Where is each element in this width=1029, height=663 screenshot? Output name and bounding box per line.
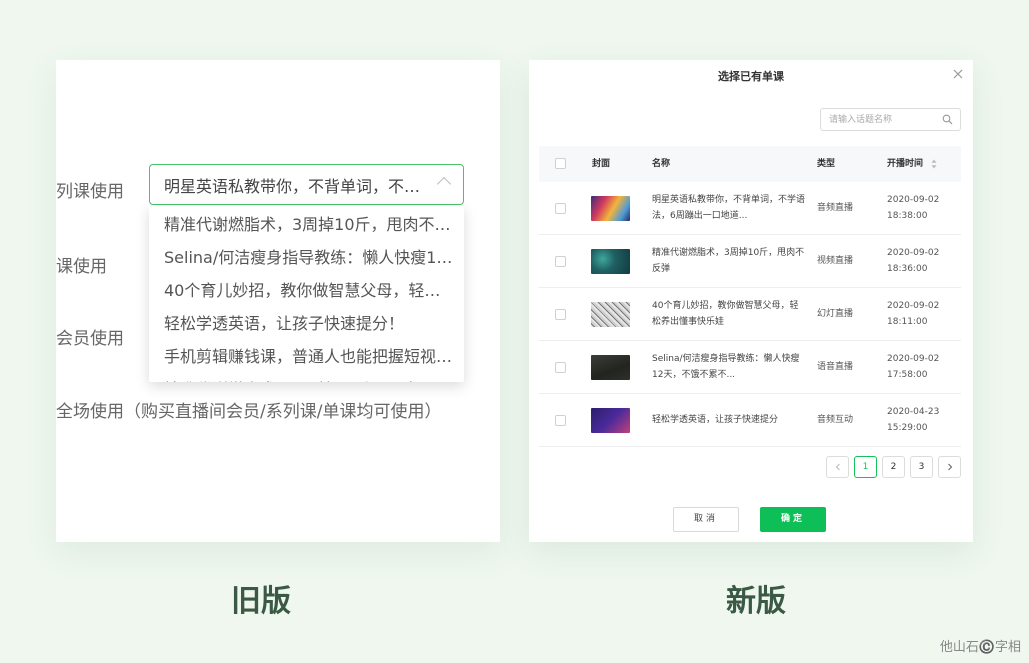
course-select-value: 明星英语私教带你，不背单词，不学语法，6周蹦出一口地道英语 (164, 176, 427, 196)
course-time: 2020-09-02 18:38:00 (887, 195, 940, 221)
row-checkbox[interactable] (555, 415, 566, 426)
course-name: 40个育儿妙招，教你做智慧父母，轻松养出懂事快乐娃 (652, 301, 799, 327)
course-type: 幻灯直播 (817, 309, 854, 319)
course-name: Selina/何洁瘦身指导教练：懒人快瘦12天，不饿不累不... (652, 354, 800, 380)
page-button-2[interactable]: 2 (882, 456, 905, 478)
modal-title: 选择已有单课 (718, 70, 784, 83)
watermark: 他山石©️字相 (939, 640, 1021, 655)
cover-thumbnail (591, 249, 630, 274)
cover-thumbnail (591, 302, 630, 327)
course-time: 2020-04-23 15:29:00 (887, 407, 940, 433)
dropdown-option[interactable]: 轻松学透英语，让孩子快速提分！ (149, 307, 464, 340)
close-icon[interactable] (951, 67, 965, 81)
dropdown-option[interactable]: 精准代谢燃脂术，3周掉10斤，甩肉不反弹 (149, 208, 464, 241)
course-picker-modal: 选择已有单课 封面 名称 类型 开播时间 明星英语私教带你，不背单词，不学语法，… (529, 60, 973, 542)
dropdown-option[interactable]: Selina/何洁瘦身指导教练：懒人快瘦12天，不饿不累 (149, 241, 464, 274)
table-row[interactable]: 轻松学透英语，让孩子快速提分 音频互动 2020-04-23 15:29:00 (539, 394, 961, 447)
table-row[interactable]: 40个育儿妙招，教你做智慧父母，轻松养出懂事快乐娃 幻灯直播 2020-09-0… (539, 288, 961, 341)
confirm-button[interactable]: 确定 (760, 507, 826, 532)
chevron-right-icon (948, 463, 953, 471)
page-button-3[interactable]: 3 (910, 456, 933, 478)
column-header-type: 类型 (817, 159, 836, 169)
course-type: 视频直播 (817, 256, 854, 266)
next-page-button[interactable] (938, 456, 961, 478)
chevron-left-icon (835, 463, 840, 471)
row-checkbox[interactable] (555, 362, 566, 373)
cover-thumbnail (591, 355, 630, 380)
course-time: 2020-09-02 17:58:00 (887, 354, 940, 380)
scope-label-member: 会员使用 (56, 329, 124, 349)
row-checkbox[interactable] (555, 203, 566, 214)
course-time: 2020-09-02 18:36:00 (887, 248, 940, 274)
search-icon[interactable] (942, 114, 953, 125)
course-name: 轻松学透英语，让孩子快速提分 (652, 415, 779, 425)
old-version-panel: 列课使用 课使用 会员使用 全场使用（购买直播间会员/系列课/单课均可使用） 明… (56, 60, 500, 542)
table-row[interactable]: 明星英语私教带你，不背单词，不学语法，6周蹦出一口地道... 音频直播 2020… (539, 182, 961, 235)
column-header-time[interactable]: 开播时间 (887, 146, 923, 182)
prev-page-button[interactable] (826, 456, 849, 478)
row-checkbox[interactable] (555, 309, 566, 320)
caption-new-version: 新版 (726, 584, 786, 619)
course-type: 音频互动 (817, 415, 854, 425)
scope-label-single: 课使用 (56, 257, 107, 277)
dropdown-option[interactable]: 精准代谢燃脂术，3周掉10斤，甩肉不反弹 (149, 373, 464, 382)
cancel-button[interactable]: 取消 (673, 507, 739, 532)
course-table: 封面 名称 类型 开播时间 明星英语私教带你，不背单词，不学语法，6周蹦出一口地… (539, 146, 961, 447)
course-type: 语音直播 (817, 362, 854, 372)
column-header-name: 名称 (652, 159, 671, 169)
cover-thumbnail (591, 408, 630, 433)
column-header-cover: 封面 (592, 159, 611, 169)
course-dropdown: 精准代谢燃脂术，3周掉10斤，甩肉不反弹 Selina/何洁瘦身指导教练：懒人快… (149, 206, 464, 382)
row-checkbox[interactable] (555, 256, 566, 267)
dropdown-option[interactable]: 手机剪辑赚钱课，普通人也能把握短视频红利 (149, 340, 464, 373)
course-time: 2020-09-02 18:11:00 (887, 301, 940, 327)
search-box (820, 108, 961, 131)
page-button-1[interactable]: 1 (854, 456, 877, 478)
select-all-checkbox[interactable] (555, 158, 566, 169)
caption-old-version: 旧版 (231, 584, 291, 619)
course-name: 精准代谢燃脂术，3周掉10斤，甩肉不反弹 (652, 248, 805, 274)
scope-label-all: 全场使用（购买直播间会员/系列课/单课均可使用） (56, 402, 442, 422)
course-type: 音频直播 (817, 203, 854, 213)
sort-icon[interactable] (931, 159, 937, 169)
course-select[interactable]: 明星英语私教带你，不背单词，不学语法，6周蹦出一口地道英语 (149, 164, 464, 205)
table-header: 封面 名称 类型 开播时间 (539, 146, 961, 182)
dropdown-option[interactable]: 40个育儿妙招，教你做智慧父母，轻松养出懂事快乐娃 (149, 274, 464, 307)
course-name: 明星英语私教带你，不背单词，不学语法，6周蹦出一口地道... (652, 195, 806, 221)
search-input[interactable] (821, 109, 939, 130)
table-row[interactable]: Selina/何洁瘦身指导教练：懒人快瘦12天，不饿不累不... 语音直播 20… (539, 341, 961, 394)
cover-thumbnail (591, 196, 630, 221)
table-row[interactable]: 精准代谢燃脂术，3周掉10斤，甩肉不反弹 视频直播 2020-09-02 18:… (539, 235, 961, 288)
chevron-up-icon (436, 176, 452, 192)
scope-label-series: 列课使用 (56, 182, 124, 202)
